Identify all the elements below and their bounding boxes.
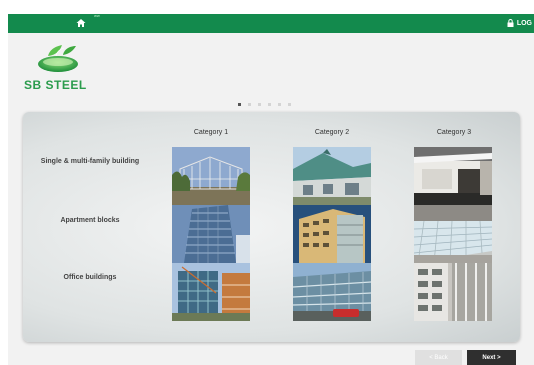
column-header-category-3: Category 3 [436, 129, 472, 136]
topbar-caption: ww [94, 13, 100, 18]
white-facade-office-photo[interactable] [414, 263, 492, 321]
row-label-office-buildings: Office buildings [63, 274, 117, 281]
beige-apartment-block-photo[interactable] [293, 205, 371, 263]
glass-atrium-roof-photo[interactable] [414, 205, 492, 263]
row-label-apartment-blocks: Apartment blocks [60, 217, 120, 224]
logout-label: LOG [516, 19, 532, 27]
pagination-dot[interactable] [248, 103, 251, 106]
back-button[interactable]: < Back [415, 350, 462, 365]
pagination-dot[interactable] [268, 103, 271, 106]
lock-icon [507, 19, 514, 27]
next-button[interactable]: Next > [467, 350, 516, 365]
logout-button[interactable]: LOG [507, 17, 532, 29]
pagination-dot[interactable] [238, 103, 241, 106]
column-header-category-2: Category 2 [314, 129, 350, 136]
carousel-pagination [238, 103, 291, 106]
row-label-single-multi-family: Single & multi-family building [40, 158, 140, 165]
pagination-dot[interactable] [258, 103, 261, 106]
leaf-logo-icon [38, 45, 78, 72]
office-steel-frame-photo[interactable] [172, 263, 250, 321]
green-roof-house-photo[interactable] [293, 147, 371, 205]
pagination-dot[interactable] [288, 103, 291, 106]
pagination-dot[interactable] [278, 103, 281, 106]
glass-apartment-tower-photo[interactable] [172, 205, 250, 263]
top-navigation-bar: ww LOG [8, 13, 534, 33]
modern-white-house-photo[interactable] [414, 147, 492, 205]
sb-steel-logo: SB STEEL [18, 42, 102, 96]
steel-frame-house-photo[interactable] [172, 147, 250, 205]
logo-text: SB STEEL [24, 78, 87, 92]
glass-office-building-photo[interactable] [293, 263, 371, 321]
column-header-category-1: Category 1 [193, 129, 229, 136]
home-icon[interactable] [76, 18, 86, 28]
